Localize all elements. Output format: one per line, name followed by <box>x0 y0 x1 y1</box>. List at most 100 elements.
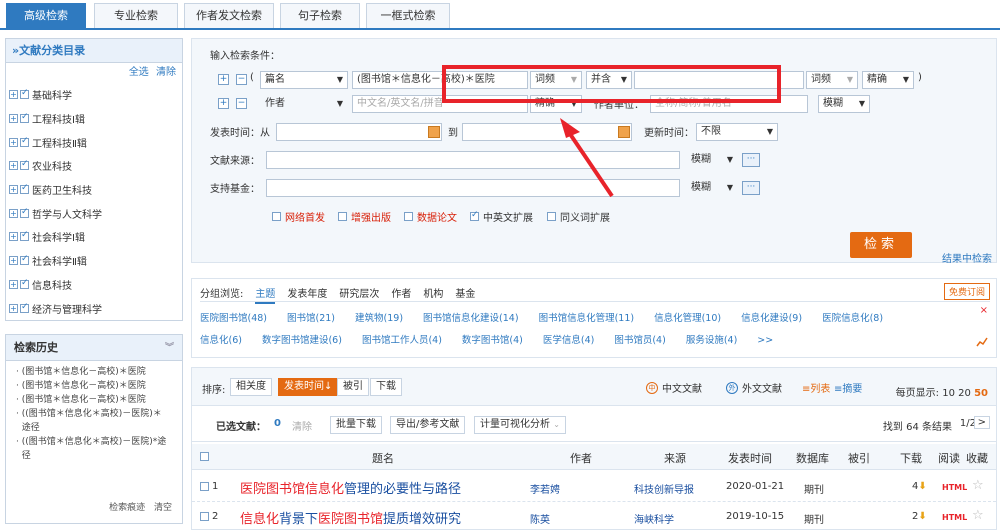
extension-option[interactable]: 同义词扩展 <box>547 209 610 224</box>
export-button[interactable]: 导出/参考文献 <box>390 416 466 434</box>
expand-icon[interactable]: + <box>9 114 18 124</box>
history-item[interactable]: · (图书馆＊信息化－高校)＊医院 <box>16 393 176 407</box>
per-page-10[interactable]: 10 <box>942 388 955 399</box>
category-item[interactable]: + 社会科学Ⅰ辑 <box>6 225 182 249</box>
close-icon[interactable]: × <box>980 305 988 316</box>
search-button[interactable]: 检索 <box>850 232 912 258</box>
fund-fuzzy-select[interactable]: 模糊 ▼ <box>686 179 738 197</box>
fund-input[interactable] <box>266 179 680 197</box>
tab-author-search[interactable]: 作者发文检索 <box>184 3 274 28</box>
category-item[interactable]: + 经济与管理科学 <box>6 296 182 320</box>
extension-option[interactable]: 中英文扩展 <box>470 209 533 224</box>
extension-option[interactable]: 数据论文 <box>404 209 457 224</box>
result-downloads[interactable]: 2⬇ <box>912 511 927 522</box>
expand-icon[interactable]: + <box>9 208 18 218</box>
category-checkbox[interactable] <box>20 183 29 195</box>
category-item[interactable]: + 社会科学Ⅱ辑 <box>6 249 182 273</box>
extension-checkbox[interactable] <box>272 212 281 221</box>
extension-checkbox[interactable] <box>338 212 347 221</box>
chart-icon[interactable] <box>976 337 988 350</box>
category-item[interactable]: + 农业科技 <box>6 154 182 178</box>
topic-link[interactable]: 数字图书馆建设(6) <box>262 335 342 346</box>
sort-relevance[interactable]: 相关度 <box>230 378 272 396</box>
download-icon[interactable]: ⬇ <box>918 511 926 522</box>
update-time-select[interactable]: 不限 ▼ <box>696 123 778 141</box>
subscribe-button[interactable]: 免费订阅 <box>943 283 990 300</box>
category-item[interactable]: + 工程科技Ⅱ辑 <box>6 130 182 154</box>
topic-link[interactable]: 信息化(6) <box>200 335 242 346</box>
expand-icon[interactable]: + <box>9 232 18 242</box>
field-select[interactable]: 篇名 ▼ <box>260 71 348 89</box>
tab-professional-search[interactable]: 专业检索 <box>94 3 178 28</box>
clear-selected-link[interactable]: 清除 <box>292 418 312 433</box>
history-clear-link[interactable]: 清空 <box>154 503 172 513</box>
category-checkbox[interactable] <box>20 136 29 147</box>
remove-author-row-icon[interactable]: − <box>236 98 247 109</box>
category-item[interactable]: + 基础科学 <box>6 83 182 107</box>
category-item[interactable]: + 工程科技Ⅰ辑 <box>6 107 182 131</box>
source-fuzzy-select[interactable]: 模糊 ▼ <box>686 151 738 169</box>
view-abstract-button[interactable]: ≡摘要 <box>834 380 862 395</box>
category-item[interactable]: + 信息科技 <box>6 273 182 297</box>
topic-link[interactable]: 图书馆员(4) <box>614 335 665 346</box>
category-checkbox[interactable] <box>20 207 29 218</box>
sort-cited[interactable]: 被引 <box>337 378 369 396</box>
category-checkbox[interactable] <box>20 254 29 266</box>
topic-link[interactable]: 信息化管理(10) <box>654 313 721 324</box>
expand-icon[interactable]: + <box>9 90 18 100</box>
extension-checkbox[interactable] <box>404 212 413 221</box>
foreign-docs-button[interactable]: 外 外文文献 <box>726 380 782 395</box>
result-source-link[interactable]: 科技创新导报 <box>634 481 694 496</box>
topic-link[interactable]: >> <box>757 335 773 346</box>
source-input[interactable] <box>266 151 680 169</box>
fund-more-icon[interactable]: ··· <box>742 181 760 195</box>
history-item[interactable]: 径 <box>16 449 176 463</box>
row-checkbox[interactable] <box>200 512 209 521</box>
result-title-link[interactable]: 医院图书馆信息化管理的必要性与路径 <box>240 478 461 497</box>
result-title-link[interactable]: 信息化背景下医院图书馆提质增效研究 <box>240 508 461 527</box>
favorite-star-icon[interactable]: ☆ <box>972 508 984 523</box>
date-from-input[interactable] <box>276 123 442 141</box>
row-checkbox[interactable] <box>200 482 209 491</box>
chinese-docs-button[interactable]: 中 中文文献 <box>646 380 702 395</box>
per-page-50[interactable]: 50 <box>974 388 988 399</box>
category-checkbox[interactable] <box>20 302 29 313</box>
date-to-input[interactable] <box>462 123 632 141</box>
history-item[interactable]: · (图书馆＊信息化－高校)＊医院 <box>16 365 176 379</box>
topic-link[interactable]: 图书馆工作人员(4) <box>362 335 442 346</box>
remove-row-icon[interactable]: − <box>236 74 247 85</box>
clear-link[interactable]: 清除 <box>156 67 176 78</box>
history-item[interactable]: 途径 <box>16 421 176 435</box>
favorite-star-icon[interactable]: ☆ <box>972 478 984 493</box>
result-downloads[interactable]: 4⬇ <box>912 481 927 492</box>
read-html-link[interactable]: HTML <box>942 483 967 492</box>
category-checkbox[interactable] <box>20 112 29 124</box>
tab-single-box-search[interactable]: 一框式检索 <box>366 3 450 28</box>
select-all-link[interactable]: 全选 <box>129 67 149 78</box>
search-trace-link[interactable]: 检索痕迹 <box>109 503 145 513</box>
view-list-button[interactable]: ≡列表 <box>802 380 830 395</box>
topic-link[interactable]: 数字图书馆(4) <box>462 335 523 346</box>
history-item[interactable]: · ((图书馆＊信息化＊高校)－医院)*途 <box>16 435 176 449</box>
expand-icon[interactable]: + <box>9 161 18 171</box>
category-checkbox[interactable] <box>20 88 29 100</box>
expand-icon[interactable]: + <box>9 256 18 266</box>
tab-sentence-search[interactable]: 句子检索 <box>280 3 360 28</box>
result-author-link[interactable]: 陈英 <box>530 511 550 526</box>
topic-link[interactable]: 医院图书馆(48) <box>200 313 267 324</box>
extension-checkbox[interactable] <box>547 212 556 221</box>
select-all-checkbox[interactable] <box>200 452 209 461</box>
topic-link[interactable]: 医学信息(4) <box>543 335 594 346</box>
topic-link[interactable]: 医院信息化(8) <box>822 313 883 324</box>
category-item[interactable]: + 医药卫生科技 <box>6 178 182 202</box>
sort-date[interactable]: 发表时间↓ <box>278 378 339 396</box>
extension-checkbox[interactable] <box>470 210 479 221</box>
tab-advanced-search[interactable]: 高级检索 <box>6 3 86 28</box>
source-more-icon[interactable]: ··· <box>742 153 760 167</box>
batch-download-button[interactable]: 批量下载 <box>330 416 382 434</box>
term-freq-select-2[interactable]: 词频 ▼ <box>806 71 858 89</box>
category-checkbox[interactable] <box>20 159 29 171</box>
category-checkbox[interactable] <box>20 230 29 242</box>
topic-link[interactable]: 图书馆信息化建设(14) <box>423 313 519 324</box>
calendar-icon[interactable] <box>618 126 630 138</box>
